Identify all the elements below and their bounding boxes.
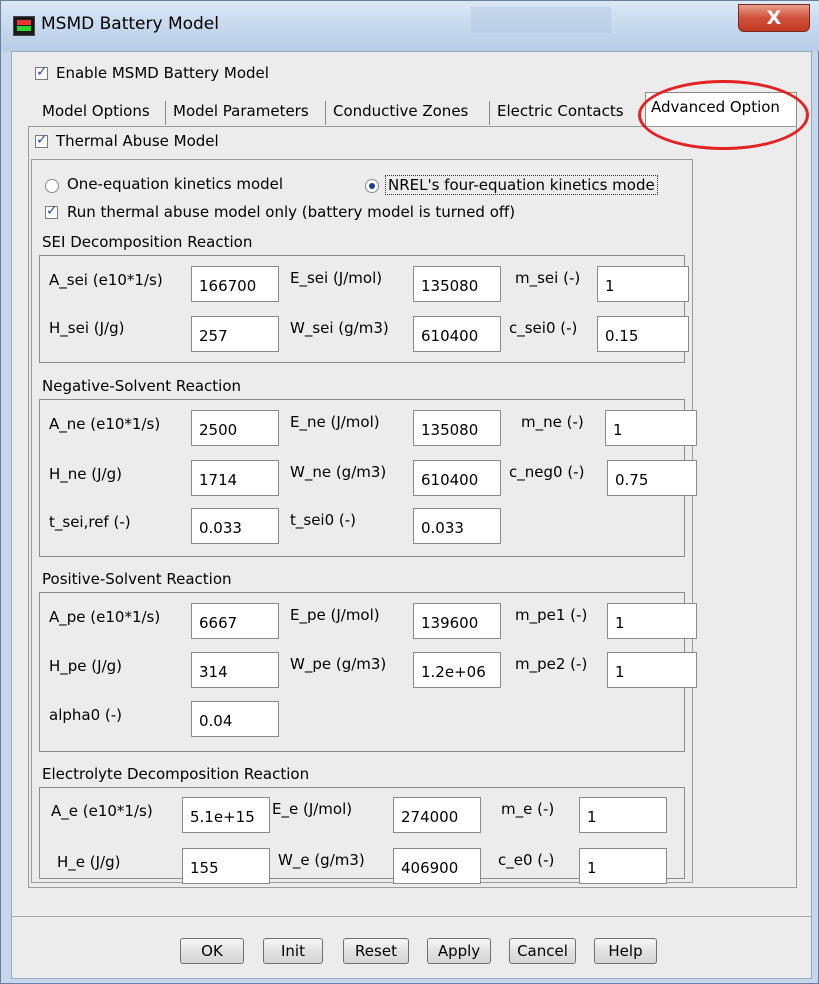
enable-msmd-label: Enable MSMD Battery Model: [56, 64, 269, 82]
button-bar-separator: [12, 916, 811, 917]
c-neg0-input[interactable]: 0.75: [607, 460, 697, 496]
c-sei0-label: c_sei0 (-): [509, 319, 578, 337]
m-e-input[interactable]: 1: [579, 797, 667, 833]
c-neg0-label: c_neg0 (-): [509, 463, 585, 481]
sei-group-title: SEI Decomposition Reaction: [42, 233, 253, 251]
a-sei-label: A_sei (e10*1/s): [49, 271, 163, 289]
h-ne-label: H_ne (J/g): [49, 465, 122, 483]
tab-electric-contacts[interactable]: Electric Contacts: [492, 98, 629, 126]
a-e-input[interactable]: 5.1e+15: [182, 797, 270, 833]
h-ne-input[interactable]: 1714: [191, 460, 279, 496]
thermal-abuse-label: Thermal Abuse Model: [56, 132, 219, 150]
reset-button[interactable]: Reset: [343, 938, 409, 964]
enable-msmd-checkbox[interactable]: [35, 64, 48, 80]
alpha0-input[interactable]: 0.04: [191, 701, 279, 737]
a-pe-input[interactable]: 6667: [191, 603, 279, 639]
t-sei0-input[interactable]: 0.033: [413, 508, 501, 544]
h-pe-label: H_pe (J/g): [49, 657, 123, 675]
help-button[interactable]: Help: [594, 938, 657, 964]
t-sei-ref-input[interactable]: 0.033: [191, 508, 279, 544]
run-thermal-only-checkbox[interactable]: [45, 203, 58, 219]
c-e0-input[interactable]: 1: [579, 848, 667, 884]
m-pe2-label: m_pe2 (-): [515, 655, 588, 673]
t-sei-ref-label: t_sei,ref (-): [49, 513, 131, 531]
m-e-label: m_e (-): [501, 800, 555, 818]
h-e-input[interactable]: 155: [182, 848, 270, 884]
e-pe-label: E_pe (J/mol): [290, 606, 380, 624]
e-pe-input[interactable]: 139600: [413, 603, 501, 639]
e-sei-input[interactable]: 135080: [413, 266, 501, 302]
e-e-input[interactable]: 274000: [393, 797, 481, 833]
tab-separator: [489, 101, 490, 125]
close-button[interactable]: X: [738, 4, 810, 32]
alpha0-label: alpha0 (-): [49, 706, 123, 724]
c-e0-label: c_e0 (-): [498, 851, 555, 869]
tab-separator: [325, 101, 326, 125]
w-e-label: W_e (g/m3): [278, 851, 365, 869]
dialog-window: MSMD Battery Model X Enable MSMD Battery…: [0, 0, 819, 984]
app-icon: [13, 16, 35, 36]
nrel-four-equation-radio[interactable]: [365, 179, 379, 193]
e-e-label: E_e (J/mol): [272, 800, 353, 818]
cancel-button[interactable]: Cancel: [509, 938, 576, 964]
tab-model-parameters[interactable]: Model Parameters: [168, 98, 314, 126]
nrel-four-equation-label: NREL's four-equation kinetics mode: [385, 175, 658, 195]
m-ne-input[interactable]: 1: [605, 410, 697, 446]
pe-group-title: Positive-Solvent Reaction: [42, 570, 232, 588]
t-sei0-label: t_sei0 (-): [290, 511, 357, 529]
w-ne-input[interactable]: 610400: [413, 460, 501, 496]
h-pe-input[interactable]: 314: [191, 652, 279, 688]
w-sei-input[interactable]: 610400: [413, 316, 501, 352]
background-window-ghost: [471, 7, 611, 33]
one-equation-radio[interactable]: [45, 179, 59, 193]
e-sei-label: E_sei (J/mol): [290, 269, 383, 287]
a-ne-label: A_ne (e10*1/s): [49, 415, 161, 433]
m-pe1-label: m_pe1 (-): [515, 606, 588, 624]
m-ne-label: m_ne (-): [521, 413, 584, 431]
a-e-label: A_e (e10*1/s): [51, 802, 153, 820]
e-ne-label: E_ne (J/mol): [290, 413, 380, 431]
tab-model-options[interactable]: Model Options: [37, 98, 155, 126]
h-sei-label: H_sei (J/g): [49, 319, 125, 337]
w-e-input[interactable]: 406900: [393, 848, 481, 884]
a-pe-label: A_pe (e10*1/s): [49, 608, 161, 626]
h-sei-input[interactable]: 257: [191, 316, 279, 352]
tab-separator: [165, 101, 166, 125]
w-sei-label: W_sei (g/m3): [290, 319, 389, 337]
run-thermal-only-label: Run thermal abuse model only (battery mo…: [67, 203, 516, 221]
ed-group-title: Electrolyte Decomposition Reaction: [42, 765, 310, 783]
init-button[interactable]: Init: [263, 938, 323, 964]
thermal-abuse-checkbox[interactable]: [35, 132, 48, 148]
a-sei-input[interactable]: 166700: [191, 266, 279, 302]
title-bar[interactable]: MSMD Battery Model X: [1, 1, 819, 51]
apply-button[interactable]: Apply: [427, 938, 491, 964]
window-title: MSMD Battery Model: [41, 14, 219, 34]
annotation-circle: [638, 80, 809, 150]
w-pe-input[interactable]: 1.2e+06: [413, 652, 501, 688]
e-ne-input[interactable]: 135080: [413, 410, 501, 446]
h-e-label: H_e (J/g): [57, 853, 121, 871]
ne-group-title: Negative-Solvent Reaction: [42, 377, 242, 395]
w-ne-label: W_ne (g/m3): [290, 463, 387, 481]
tab-conductive-zones[interactable]: Conductive Zones: [328, 98, 473, 126]
m-pe2-input[interactable]: 1: [607, 652, 697, 688]
a-ne-input[interactable]: 2500: [191, 410, 279, 446]
m-sei-label: m_sei (-): [515, 269, 581, 287]
one-equation-label: One-equation kinetics model: [67, 175, 284, 193]
m-pe1-input[interactable]: 1: [607, 603, 697, 639]
w-pe-label: W_pe (g/m3): [290, 655, 387, 673]
ok-button[interactable]: OK: [180, 938, 244, 964]
m-sei-input[interactable]: 1: [597, 266, 689, 302]
c-sei0-input[interactable]: 0.15: [597, 316, 689, 352]
